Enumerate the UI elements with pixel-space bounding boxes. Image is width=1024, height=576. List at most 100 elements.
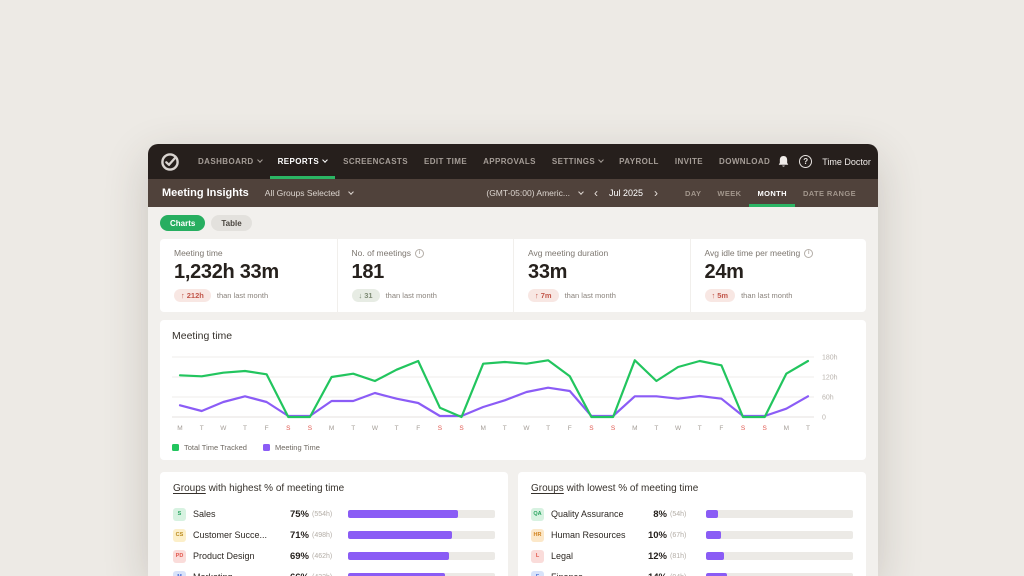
nav-item-dashboard[interactable]: DASHBOARD	[190, 144, 270, 179]
nav-item-label: REPORTS	[278, 157, 319, 166]
range-tab-week[interactable]: WEEK	[709, 179, 749, 207]
tab-table[interactable]: Table	[211, 215, 251, 231]
range-tab-day[interactable]: DAY	[677, 179, 709, 207]
nav-item-download[interactable]: DOWNLOAD	[711, 144, 778, 179]
x-axis-label: W	[523, 425, 530, 432]
nav-item-invite[interactable]: INVITE	[667, 144, 711, 179]
view-tabs: Charts Table	[160, 215, 866, 231]
groups-selector[interactable]: All Groups Selected	[265, 188, 353, 198]
x-axis-label: M	[784, 425, 789, 432]
stat-value: 33m	[528, 261, 676, 284]
stat-label: Avg idle time per meeting	[705, 248, 801, 258]
tab-charts[interactable]: Charts	[160, 215, 205, 231]
chart-area: 180h120h60h0MTWTFSSMTWTFSSMTWTFSSMTWTFSS…	[172, 351, 854, 442]
group-percent: 14%	[641, 572, 667, 576]
nav-item-label: PAYROLL	[619, 157, 659, 166]
chevron-down-icon	[578, 189, 584, 195]
x-axis-label: M	[632, 425, 637, 432]
stat-delta-row: ↓31than last month	[352, 289, 500, 302]
x-axis-label: M	[329, 425, 334, 432]
nav-item-edit-time[interactable]: EDIT TIME	[416, 144, 475, 179]
stat-delta-row: ↑7mthan last month	[528, 289, 676, 302]
notifications-bell-icon[interactable]	[778, 155, 789, 168]
arrow-down-icon: ↓	[359, 291, 363, 300]
group-bar-track	[706, 531, 853, 539]
app-window: DASHBOARD REPORTS SCREENCASTSEDIT TIMEAPPR…	[148, 144, 878, 576]
group-bar-track	[348, 531, 495, 539]
y-axis-tick: 120h	[822, 375, 838, 382]
groups-tooltip-term: Groups	[173, 483, 206, 494]
stat-delta-value: 5m	[717, 291, 728, 300]
stat-delta-value: 212h	[187, 291, 204, 300]
stat-meeting-time: Meeting time1,232h 33m↑212hthan last mon…	[160, 239, 337, 312]
groups-lowest-card: Groups with lowest % of meeting time QAQ…	[518, 472, 866, 576]
group-avatar: QA	[531, 508, 544, 521]
group-bar-fill	[348, 531, 452, 539]
legend-swatch	[263, 444, 270, 451]
next-month-button[interactable]: ›	[652, 187, 660, 199]
nav-item-approvals[interactable]: APPROVALS	[475, 144, 544, 179]
nav-item-label: INVITE	[675, 157, 703, 166]
group-bar-track	[348, 510, 495, 518]
info-icon[interactable]: i	[804, 249, 813, 258]
nav-item-screencasts[interactable]: SCREENCASTS	[335, 144, 416, 179]
x-axis-label: T	[806, 425, 810, 432]
range-tab-date-range[interactable]: DATE RANGE	[795, 179, 864, 207]
top-nav: DASHBOARD REPORTS SCREENCASTSEDIT TIMEAPPR…	[148, 144, 878, 179]
group-bar-fill	[706, 552, 724, 560]
stat-delta-suffix: than last month	[217, 291, 268, 300]
group-bar-fill	[706, 510, 718, 518]
stat-delta-badge: ↑7m	[528, 289, 559, 302]
nav-item-settings[interactable]: SETTINGS	[544, 144, 611, 179]
nav-item-reports[interactable]: REPORTS	[270, 144, 335, 179]
group-avatar: PD	[173, 550, 186, 563]
stat-avg-meeting-duration: Avg meeting duration33m↑7mthan last mont…	[513, 239, 690, 312]
stat-delta-row: ↑212h than last month	[174, 289, 323, 302]
x-axis-label: T	[351, 425, 355, 432]
x-axis-label: T	[503, 425, 507, 432]
chevron-down-icon	[322, 157, 328, 163]
group-row-sales: SSales75%(554h)	[173, 507, 495, 521]
range-tab-month[interactable]: MONTH	[749, 179, 795, 207]
group-name: Product Design	[193, 551, 283, 561]
group-percent: 10%	[641, 530, 667, 541]
x-axis-label: S	[286, 425, 291, 432]
x-axis-label: F	[265, 425, 269, 432]
x-axis-label: S	[438, 425, 443, 432]
group-avatar: F	[531, 571, 544, 576]
timezone-selector[interactable]: (GMT-05:00) Americ...	[486, 188, 583, 198]
group-bar-track	[348, 552, 495, 560]
chart-title: Meeting time	[172, 330, 854, 342]
nav-item-label: DOWNLOAD	[719, 157, 770, 166]
chevron-down-icon	[348, 189, 354, 195]
timezone-selector-label: (GMT-05:00) Americ...	[486, 188, 570, 198]
x-axis-label: F	[416, 425, 420, 432]
stat-delta-badge: ↑212h	[174, 289, 211, 302]
info-icon[interactable]: i	[415, 249, 424, 258]
nav-item-payroll[interactable]: PAYROLL	[611, 144, 667, 179]
prev-month-button[interactable]: ‹	[592, 187, 600, 199]
meeting-time-line-chart: 180h120h60h0MTWTFSSMTWTFSSMTWTFSSMTWTFSS…	[172, 351, 852, 437]
group-row-customer-succe: CSCustomer Succe...71%(498h)	[173, 528, 495, 542]
arrow-up-icon: ↑	[181, 291, 185, 300]
group-percent: 66%	[283, 572, 309, 576]
stat-delta-value: 31	[364, 291, 372, 300]
subheader-right: (GMT-05:00) Americ... ‹ Jul 2025 › DAYWE…	[486, 179, 864, 207]
group-hours: (81h)	[670, 553, 706, 560]
x-axis-label: W	[220, 425, 227, 432]
stat-value: 181	[352, 261, 500, 284]
group-row-legal: LLegal12%(81h)	[531, 549, 853, 563]
nav-menu: DASHBOARD REPORTS SCREENCASTSEDIT TIMEAPPR…	[190, 144, 778, 179]
help-icon[interactable]: ?	[799, 155, 812, 168]
group-avatar: HR	[531, 529, 544, 542]
group-hours: (554h)	[312, 511, 348, 518]
x-axis-label: M	[177, 425, 182, 432]
groups-highest-title: Groups with highest % of meeting time	[173, 483, 495, 494]
group-avatar: S	[173, 508, 186, 521]
series-meeting-time	[180, 388, 808, 416]
stat-delta-value: 7m	[541, 291, 552, 300]
group-percent: 71%	[283, 530, 309, 541]
group-row-human-resources: HRHuman Resources10%(67h)	[531, 528, 853, 542]
timedoctor-logo-icon[interactable]	[160, 152, 180, 172]
group-row-quality-assurance: QAQuality Assurance8%(54h)	[531, 507, 853, 521]
